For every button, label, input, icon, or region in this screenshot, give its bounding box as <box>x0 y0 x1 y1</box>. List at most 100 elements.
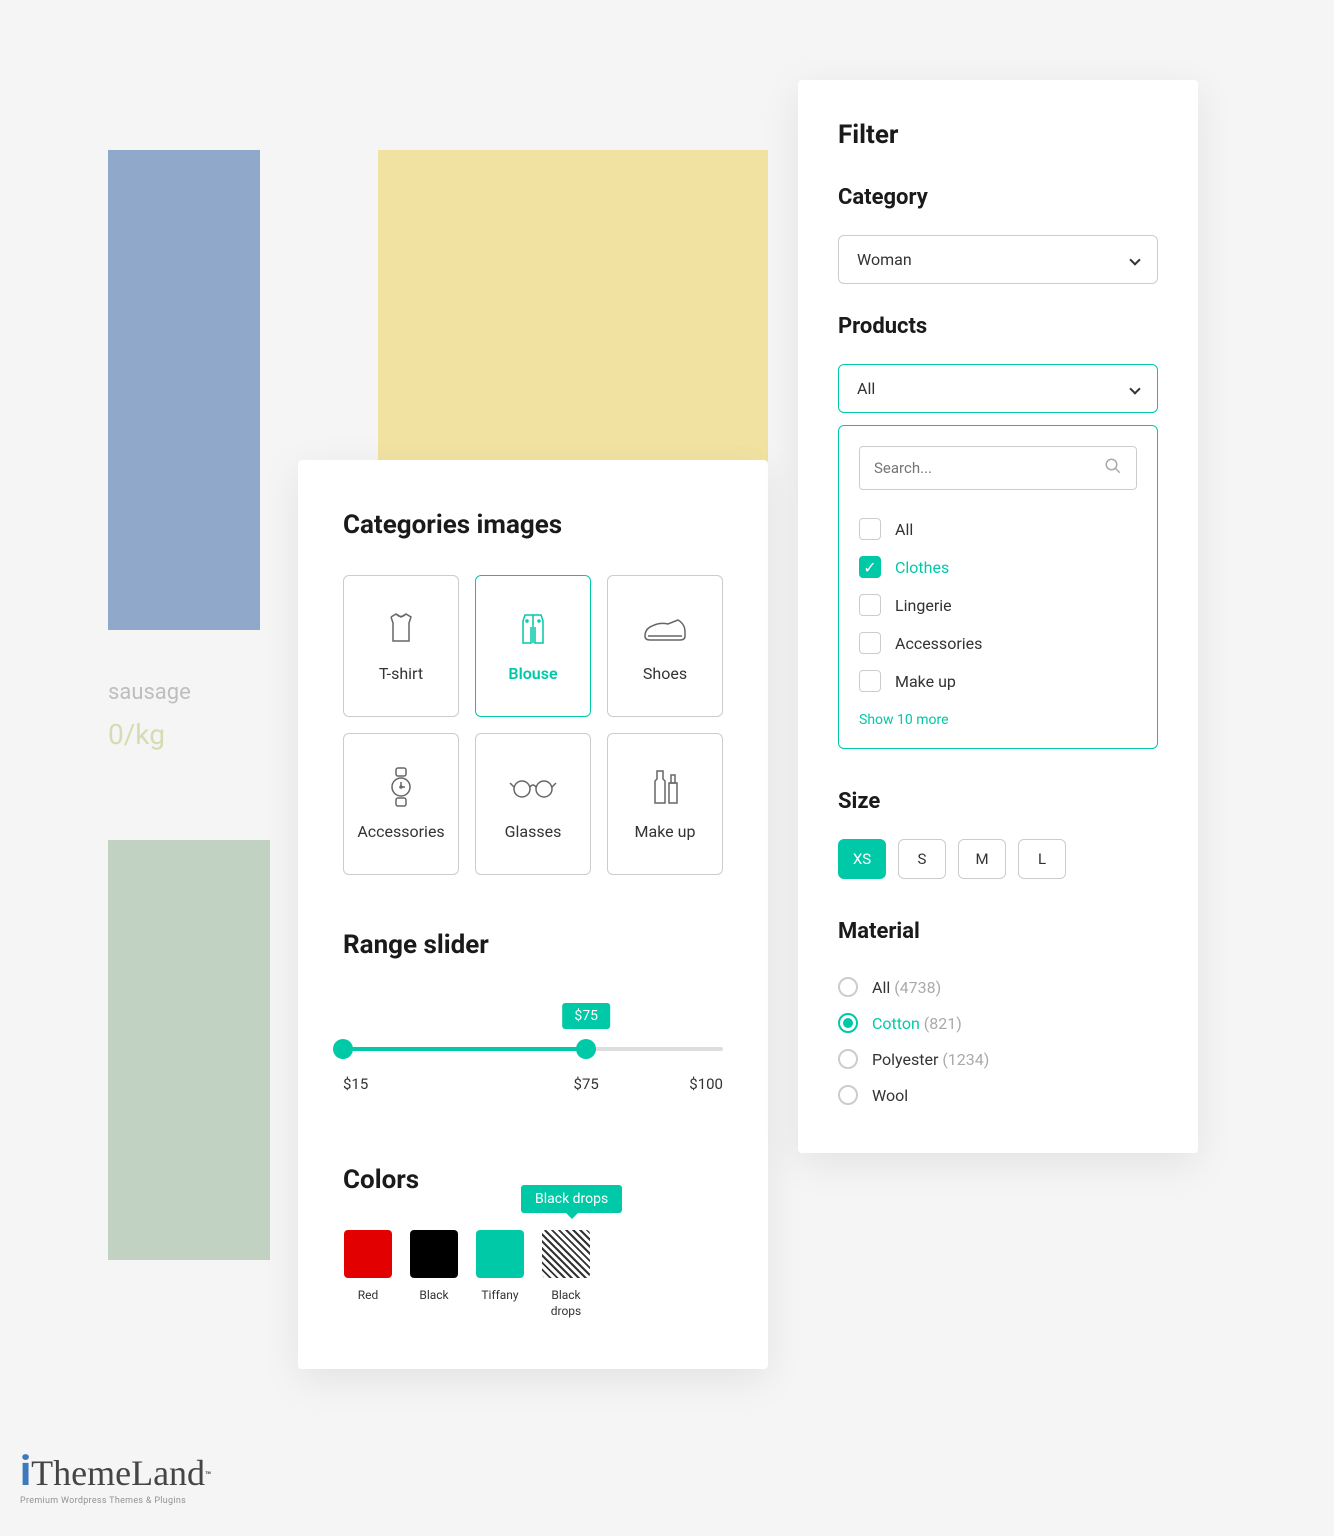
brand-logo: iThemeLand™ Premium Wordpress Themes & P… <box>20 1447 211 1506</box>
chevron-down-icon <box>1129 254 1140 265</box>
products-value: All <box>857 379 875 398</box>
search-input[interactable] <box>874 459 1104 477</box>
option-accessories[interactable]: Accessories <box>859 624 1137 662</box>
category-tile-t-shirt[interactable]: T-shirt <box>343 575 459 717</box>
size-m[interactable]: M <box>958 839 1006 879</box>
color-label: Black drops <box>541 1288 591 1319</box>
product-image-2 <box>378 150 768 470</box>
filter-title: Filter <box>838 120 1158 150</box>
color-swatch <box>410 1230 458 1278</box>
filter-panel: Filter Category Woman Products All All ✓ C… <box>798 80 1198 1153</box>
product-image-1 <box>108 150 260 630</box>
radio <box>838 1085 858 1105</box>
color-black[interactable]: Black <box>409 1230 459 1319</box>
color-swatch <box>542 1230 590 1278</box>
products-dropdown: All ✓ Clothes Lingerie Accessories Make up Sh… <box>838 425 1158 749</box>
glasses-icon <box>508 767 558 807</box>
option-clothes[interactable]: ✓ Clothes <box>859 548 1137 586</box>
options-list: All ✓ Clothes Lingerie Accessories Make up <box>859 510 1137 700</box>
option-label: Make up <box>895 672 956 691</box>
blouse-icon <box>508 609 558 649</box>
option-label: Lingerie <box>895 596 952 615</box>
color-label: Black <box>419 1288 448 1304</box>
categories-title: Categories images <box>343 510 723 540</box>
slider-knob-min[interactable] <box>333 1039 353 1059</box>
product-image-3 <box>108 840 270 1260</box>
slider-title: Range slider <box>343 930 723 960</box>
radio <box>838 1013 858 1033</box>
search-icon <box>1104 457 1122 479</box>
show-more-link[interactable]: Show 10 more <box>859 712 1137 728</box>
checkbox: ✓ <box>859 556 881 578</box>
material-count: (4738) <box>894 978 941 997</box>
categories-panel: Categories images T-shirt Blouse Shoes Acce… <box>298 460 768 1369</box>
make-up-icon <box>640 767 690 807</box>
category-tile-blouse[interactable]: Blouse <box>475 575 591 717</box>
color-label: Red <box>358 1288 379 1304</box>
material-label: All (4738) <box>872 978 941 997</box>
material-label: Material <box>838 919 1158 944</box>
option-all[interactable]: All <box>859 510 1137 548</box>
category-select[interactable]: Woman <box>838 235 1158 284</box>
size-label: Size <box>838 789 1158 814</box>
color-swatch <box>344 1230 392 1278</box>
category-tile-make-up[interactable]: Make up <box>607 733 723 875</box>
color-red[interactable]: Red <box>343 1230 393 1319</box>
category-label: Category <box>838 185 1158 210</box>
slider-min-label: $15 <box>343 1075 368 1093</box>
colors-row: Black drops RedBlackTiffanyBlack drops <box>343 1230 723 1319</box>
option-label: Accessories <box>895 634 982 653</box>
products-label: Products <box>838 314 1158 339</box>
option-make-up[interactable]: Make up <box>859 662 1137 700</box>
slider-knob-max[interactable] <box>576 1039 596 1059</box>
product-label: sausage <box>108 680 191 705</box>
category-tile-label: Shoes <box>643 664 687 683</box>
size-l[interactable]: L <box>1018 839 1066 879</box>
chevron-down-icon <box>1129 383 1140 394</box>
option-lingerie[interactable]: Lingerie <box>859 586 1137 624</box>
categories-grid: T-shirt Blouse Shoes Accessories Glasses Make… <box>343 575 723 875</box>
category-tile-accessories[interactable]: Accessories <box>343 733 459 875</box>
category-tile-label: Accessories <box>357 822 444 841</box>
color-black-drops[interactable]: Black drops <box>541 1230 591 1319</box>
t-shirt-icon <box>376 609 426 649</box>
material-cotton[interactable]: Cotton (821) <box>838 1005 1158 1041</box>
category-tile-glasses[interactable]: Glasses <box>475 733 591 875</box>
slider-max-label: $100 <box>689 1075 723 1093</box>
option-label: Clothes <box>895 558 949 577</box>
radio <box>838 977 858 997</box>
checkbox <box>859 594 881 616</box>
shoes-icon <box>640 609 690 649</box>
category-tile-label: Glasses <box>505 822 562 841</box>
checkbox <box>859 518 881 540</box>
category-value: Woman <box>857 250 912 269</box>
product-price: 0/kg <box>108 718 165 751</box>
category-tile-shoes[interactable]: Shoes <box>607 575 723 717</box>
checkbox <box>859 670 881 692</box>
materials-list: All (4738) Cotton (821) Polyester (1234) Wo… <box>838 969 1158 1113</box>
size-s[interactable]: S <box>898 839 946 879</box>
material-wool[interactable]: Wool <box>838 1077 1158 1113</box>
category-tile-label: Make up <box>635 822 696 841</box>
material-label: Polyester (1234) <box>872 1050 989 1069</box>
color-swatch <box>476 1230 524 1278</box>
material-polyester[interactable]: Polyester (1234) <box>838 1041 1158 1077</box>
slider-labels: $15 $75 $100 <box>343 1075 723 1093</box>
sizes-row: XS SML <box>838 839 1158 879</box>
range-slider[interactable]: $75 $15 $75 $100 <box>343 995 723 1105</box>
option-label: All <box>895 520 913 539</box>
search-box[interactable] <box>859 446 1137 490</box>
checkbox <box>859 632 881 654</box>
products-select[interactable]: All <box>838 364 1158 413</box>
material-label: Cotton (821) <box>872 1014 962 1033</box>
color-tooltip: Black drops <box>521 1185 622 1213</box>
color-tiffany[interactable]: Tiffany <box>475 1230 525 1319</box>
size-xs[interactable]: XS <box>838 839 886 879</box>
category-tile-label: T-shirt <box>379 664 423 683</box>
material-count: (1234) <box>942 1050 989 1069</box>
material-all[interactable]: All (4738) <box>838 969 1158 1005</box>
material-count: (821) <box>924 1014 962 1033</box>
material-label: Wool <box>872 1086 908 1105</box>
accessories-icon <box>376 767 426 807</box>
category-tile-label: Blouse <box>508 664 557 683</box>
